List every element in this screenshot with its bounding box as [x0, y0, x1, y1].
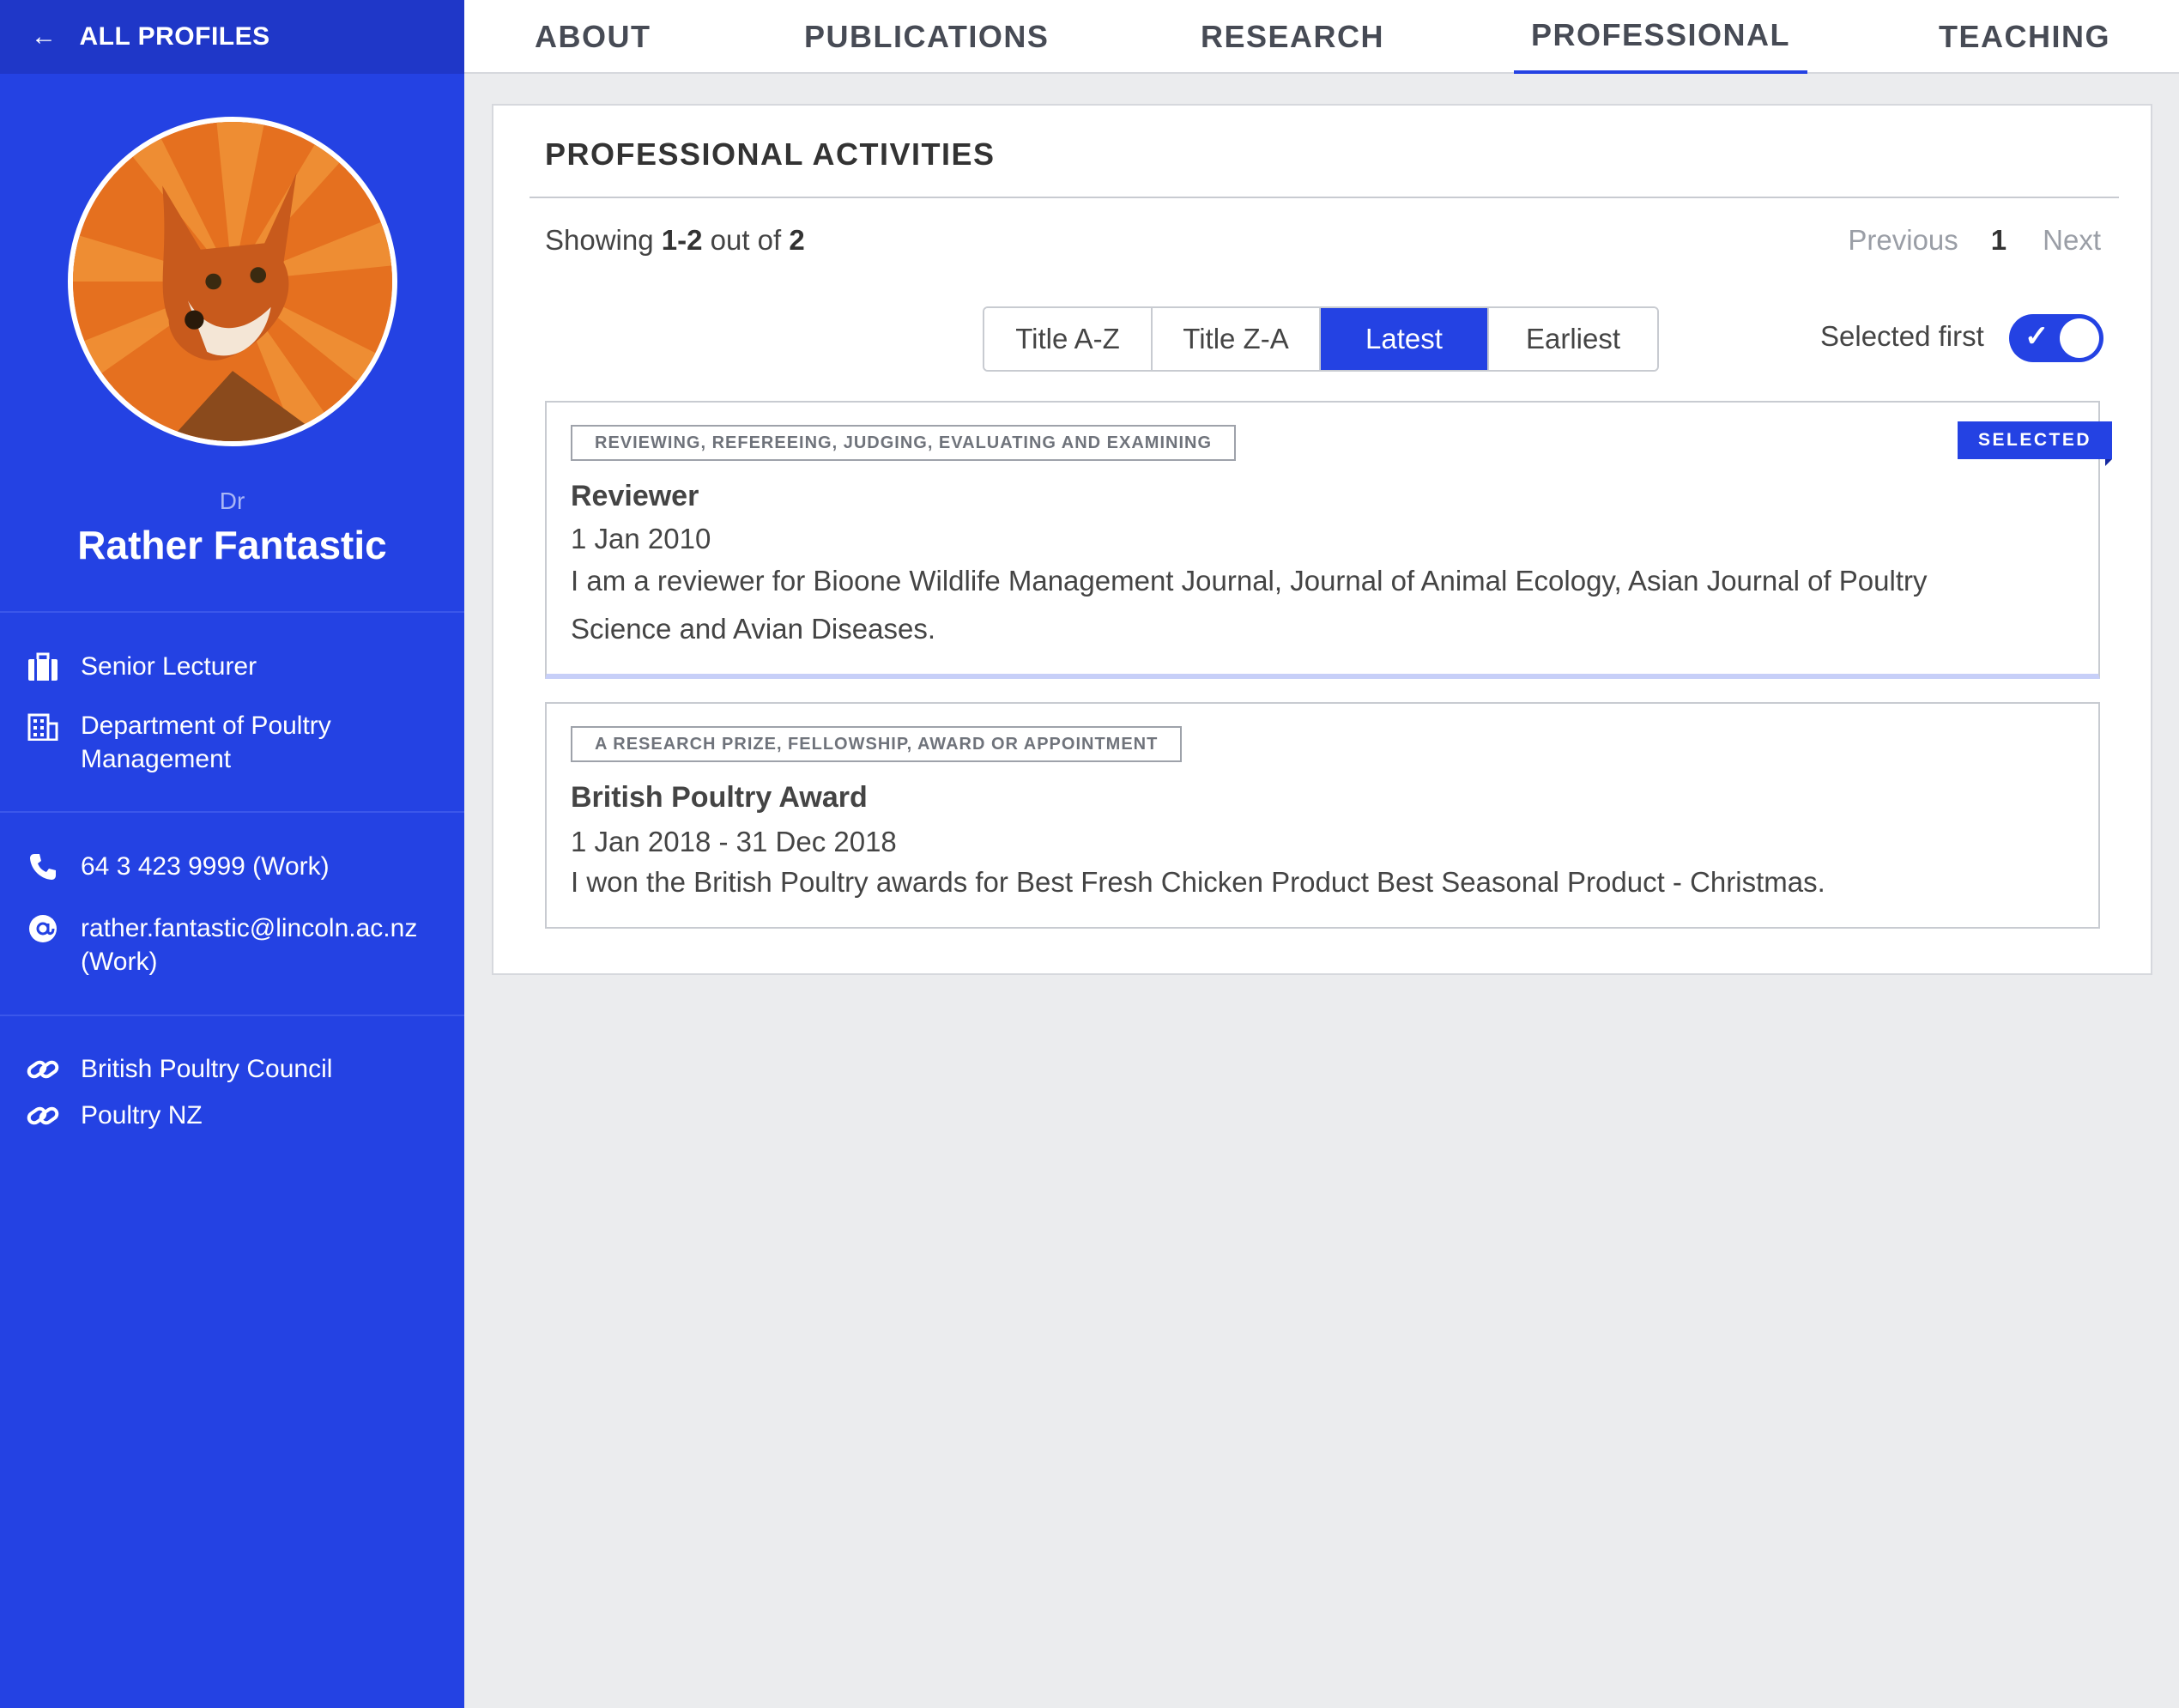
sort-latest-button[interactable]: Latest — [1321, 308, 1489, 370]
tab-research[interactable]: RESEARCH — [1201, 0, 1384, 74]
link-row[interactable]: Poultry NZ — [26, 1099, 441, 1133]
tab-about[interactable]: ABOUT — [535, 0, 651, 74]
tab-teaching[interactable]: TEACHING — [1939, 0, 2110, 74]
honorific: Dr — [219, 488, 245, 514]
department-row: Department of Poultry Management — [26, 709, 441, 776]
email-text: rather.fantastic@lincoln.ac.nz (Work) — [81, 914, 418, 976]
sort-title-z-a-button[interactable]: Title Z-A — [1153, 308, 1321, 370]
results-range: 1-2 — [661, 224, 703, 256]
selected-badge: SELECTED — [1957, 421, 2113, 466]
activity-date: 1 Jan 2018 - 31 Dec 2018 — [571, 826, 897, 857]
activity-description: I won the British Poultry awards for Bes… — [571, 866, 1825, 898]
position-row: Senior Lecturer — [26, 650, 441, 684]
email-row[interactable]: rather.fantastic@lincoln.ac.nz (Work) — [26, 912, 441, 978]
link-poultry-nz: Poultry NZ — [81, 1101, 203, 1130]
profile-sidebar: ← ALL PROFILES Dr Rather Fantastic Senio… — [0, 0, 464, 1708]
link-icon — [26, 1052, 60, 1087]
professional-activities-panel: PROFESSIONAL ACTIVITIES Showing 1-2 out … — [492, 104, 2152, 975]
selected-first-toggle[interactable]: ✓ — [2009, 314, 2103, 362]
avatar — [68, 117, 397, 446]
current-page[interactable]: 1 — [1991, 224, 2006, 257]
divider — [0, 811, 464, 813]
activity-date: 1 Jan 2010 — [571, 523, 711, 554]
tab-publications[interactable]: PUBLICATIONS — [804, 0, 1049, 74]
sort-options: Title A-Z Title Z-A Latest Earliest — [983, 306, 1659, 372]
briefcase-icon — [26, 650, 60, 684]
activity-card[interactable]: REVIEWING, REFEREEING, JUDGING, EVALUATI… — [545, 401, 2113, 679]
link-british-poultry-council: British Poultry Council — [81, 1055, 333, 1083]
phone-icon — [26, 850, 60, 884]
results-prefix: Showing — [545, 224, 662, 256]
all-profiles-link[interactable]: ← ALL PROFILES — [0, 0, 464, 74]
divider — [0, 1015, 464, 1016]
activity-title: British Poultry Award — [571, 781, 868, 814]
results-count: Showing 1-2 out of 2 — [545, 224, 805, 257]
sort-title-a-z-button[interactable]: Title A-Z — [984, 308, 1153, 370]
previous-page-button[interactable]: Previous — [1848, 224, 1958, 257]
divider — [530, 197, 2119, 198]
toggle-knob — [2060, 318, 2099, 358]
category-tag: A RESEARCH PRIZE, FELLOWSHIP, AWARD OR A… — [571, 726, 1183, 762]
category-tag: REVIEWING, REFEREEING, JUDGING, EVALUATI… — [571, 425, 1237, 461]
pagination: Previous 1 Next — [1848, 224, 2101, 257]
department-text: Department of Poultry Management — [81, 712, 331, 773]
activity-title: Reviewer — [571, 480, 699, 512]
arrow-left-icon: ← — [31, 22, 58, 51]
building-icon — [26, 709, 60, 743]
activity-card[interactable]: A RESEARCH PRIZE, FELLOWSHIP, AWARD OR A… — [545, 702, 2100, 929]
position-text: Senior Lecturer — [81, 652, 257, 681]
email-icon — [26, 912, 60, 946]
tab-professional[interactable]: PROFESSIONAL — [1514, 0, 1808, 74]
panel-title: PROFESSIONAL ACTIVITIES — [545, 136, 996, 172]
phone-text: 64 3 423 9999 (Work) — [81, 852, 330, 881]
divider — [0, 611, 464, 613]
results-total: 2 — [789, 224, 805, 256]
sort-earliest-button[interactable]: Earliest — [1489, 308, 1657, 370]
results-mid: out of — [702, 224, 790, 256]
check-icon: ✓ — [2025, 320, 2049, 353]
profile-tabs: ABOUT PUBLICATIONS RESEARCH PROFESSIONAL… — [464, 0, 2179, 74]
link-icon — [26, 1099, 60, 1133]
link-row[interactable]: British Poultry Council — [26, 1052, 441, 1087]
next-page-button[interactable]: Next — [2043, 224, 2101, 257]
profile-name: Rather Fantastic — [77, 523, 387, 567]
selected-first-label: Selected first — [1820, 320, 1984, 352]
all-profiles-label: ALL PROFILES — [79, 22, 270, 51]
phone-row[interactable]: 64 3 423 9999 (Work) — [26, 850, 441, 884]
activity-description: I am a reviewer for Bioone Wildlife Mana… — [571, 565, 1928, 645]
